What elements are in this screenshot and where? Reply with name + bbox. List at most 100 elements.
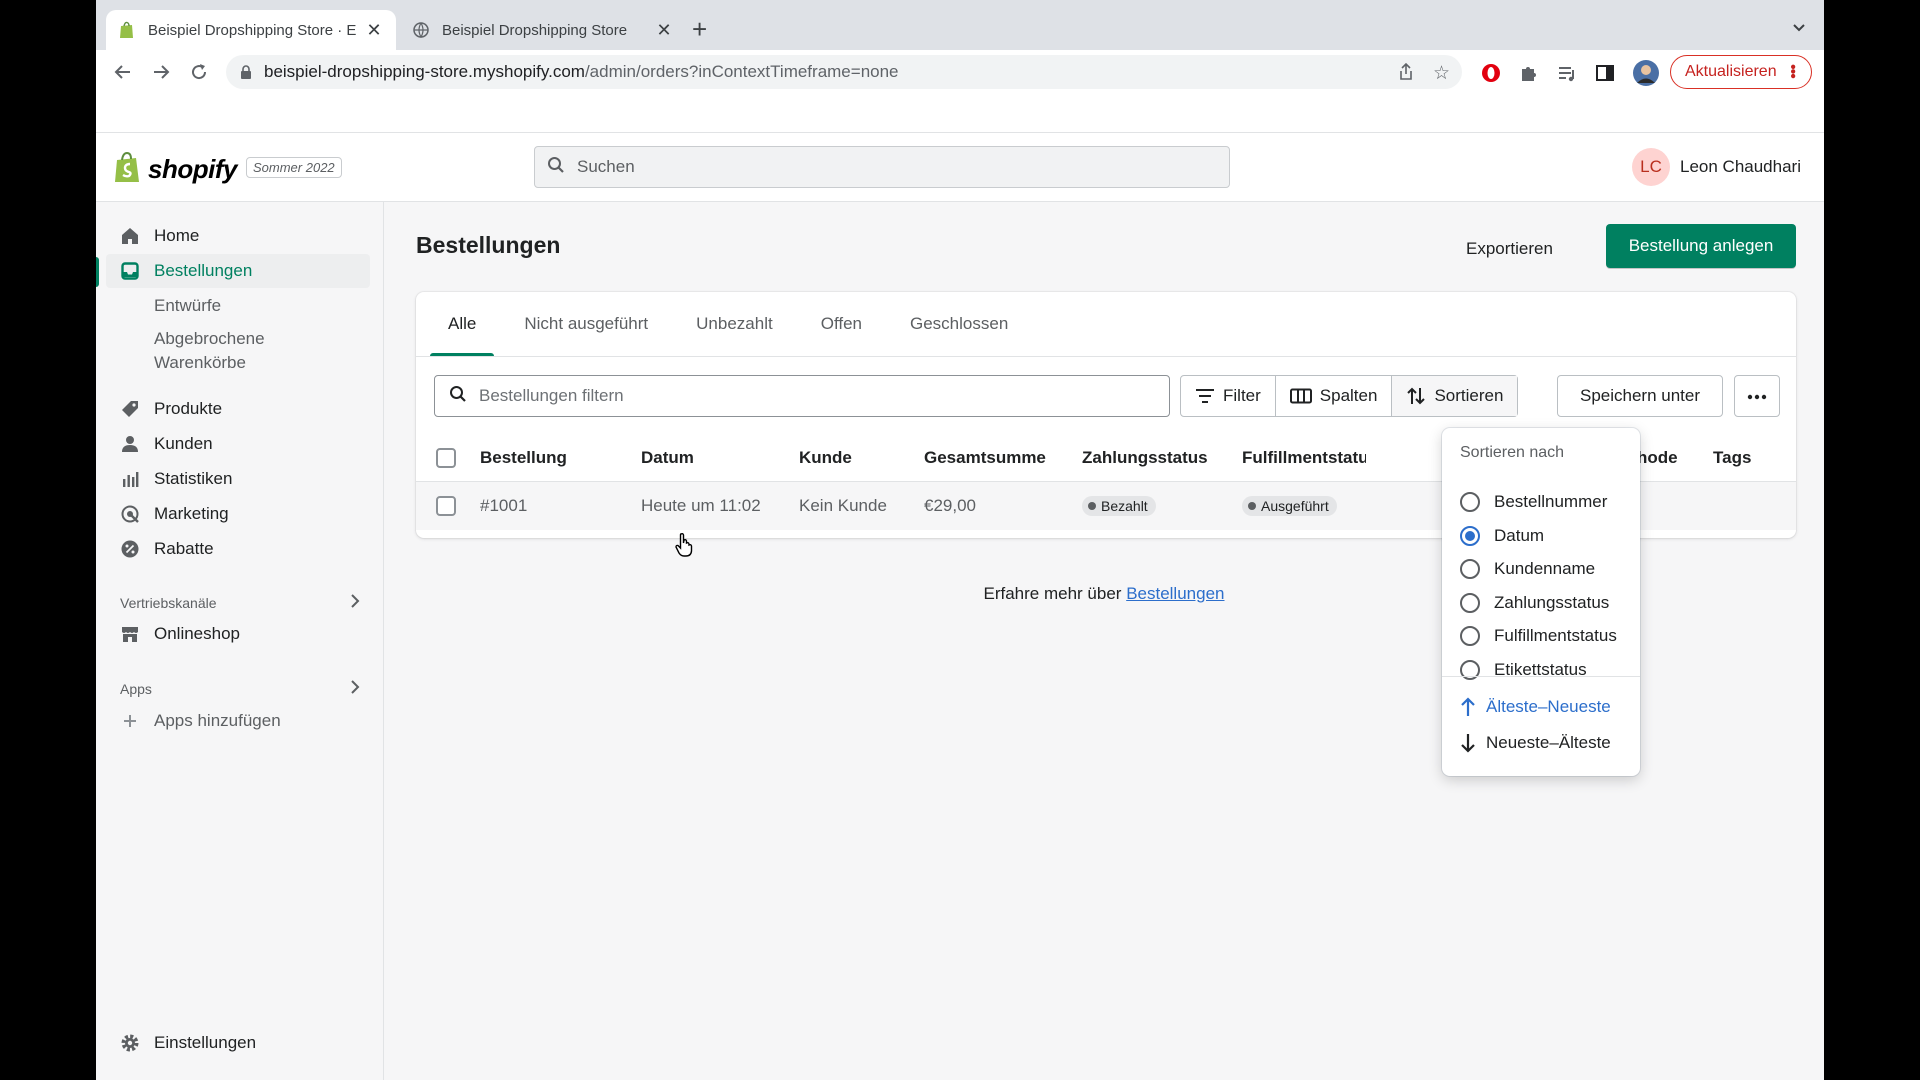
- column-header-customer[interactable]: Kunde: [799, 434, 852, 482]
- sidebar-item-label: Home: [154, 226, 200, 245]
- home-icon: [120, 226, 140, 246]
- discount-icon: [120, 539, 140, 559]
- sidebar-item-analytics[interactable]: Statistiken: [106, 462, 370, 496]
- sidebar-item-abandoned-checkouts[interactable]: Abgebrochene Warenkörbe: [106, 326, 370, 376]
- update-label: Aktualisieren: [1685, 63, 1777, 80]
- radio-button-checked[interactable]: [1460, 526, 1480, 546]
- column-header-tags[interactable]: Tags: [1713, 434, 1751, 482]
- orders-inbox-icon: [120, 261, 140, 281]
- sidebar-item-customers[interactable]: Kunden: [106, 427, 370, 461]
- sidebar-item-products[interactable]: Produkte: [106, 392, 370, 426]
- chevron-right-icon[interactable]: [350, 680, 360, 697]
- sidebar-item-drafts[interactable]: Entwürfe: [106, 289, 370, 323]
- badge-label: Ausgeführt: [1261, 498, 1329, 514]
- puzzle-extension-icon[interactable]: [1518, 62, 1540, 84]
- apps-section[interactable]: Apps: [120, 680, 360, 697]
- new-tab-icon[interactable]: +: [692, 16, 707, 42]
- sort-descending-option[interactable]: Neueste–Älteste: [1460, 728, 1611, 758]
- column-header-order[interactable]: Bestellung: [480, 434, 567, 482]
- search-icon: [449, 385, 467, 408]
- star-icon[interactable]: ☆: [1433, 62, 1450, 85]
- profile-avatar-icon[interactable]: [1632, 59, 1660, 87]
- columns-label: Spalten: [1319, 386, 1378, 405]
- columns-button[interactable]: Spalten: [1276, 376, 1393, 416]
- filter-placeholder: Bestellungen filtern: [479, 386, 624, 405]
- more-actions-button[interactable]: [1734, 375, 1780, 417]
- radio-button[interactable]: [1460, 626, 1480, 646]
- browser-tab-active[interactable]: Beispiel Dropshipping Store · E ✕: [106, 10, 396, 50]
- browser-tab[interactable]: Beispiel Dropshipping Store ✕: [400, 10, 686, 50]
- sort-option-payment-status[interactable]: Zahlungsstatus: [1460, 589, 1609, 617]
- sidebar-panel-icon[interactable]: [1594, 62, 1616, 84]
- radio-button[interactable]: [1460, 559, 1480, 579]
- column-header-fulfillment-status[interactable]: Fulfillmentstatus: [1242, 434, 1366, 482]
- sidebar-item-home[interactable]: Home: [106, 219, 370, 253]
- sort-button[interactable]: Sortieren: [1392, 376, 1518, 416]
- sort-option-date[interactable]: Datum: [1460, 522, 1544, 550]
- person-icon: [120, 434, 140, 454]
- sort-ascending-option[interactable]: Älteste–Neueste: [1460, 692, 1611, 722]
- order-number[interactable]: #1001: [480, 482, 527, 530]
- table-actions-group: Filter Spalten Sortieren: [1180, 375, 1519, 417]
- filter-button[interactable]: Filter: [1181, 376, 1276, 416]
- sidebar-item-discounts[interactable]: Rabatte: [106, 532, 370, 566]
- option-label: Kundenname: [1494, 559, 1596, 578]
- kebab-menu-icon[interactable]: •••: [1783, 64, 1801, 78]
- sidebar-item-add-apps[interactable]: Apps hinzufügen: [106, 704, 370, 738]
- tag-icon: [120, 399, 140, 419]
- filter-orders-input[interactable]: Bestellungen filtern: [434, 375, 1170, 417]
- badge-label: Bezahlt: [1101, 498, 1148, 514]
- sidebar-item-settings[interactable]: Einstellungen: [106, 1026, 370, 1060]
- address-bar[interactable]: beispiel-dropshipping-store.myshopify.co…: [226, 55, 1462, 89]
- tab-unfulfilled[interactable]: Nicht ausgeführt: [506, 292, 666, 356]
- sort-popover-title: Sortieren nach: [1460, 444, 1565, 461]
- shopify-logo[interactable]: shopify: [114, 151, 237, 188]
- chevron-down-icon[interactable]: [1792, 20, 1806, 34]
- select-all-checkbox[interactable]: [436, 448, 456, 468]
- option-label: Zahlungsstatus: [1494, 593, 1610, 612]
- export-button[interactable]: Exportieren: [1448, 228, 1571, 270]
- plus-icon: [120, 711, 140, 731]
- option-label: Datum: [1494, 526, 1545, 545]
- edition-badge[interactable]: Sommer 2022: [246, 157, 342, 178]
- url-host: beispiel-dropshipping-store.myshopify.co…: [264, 62, 585, 81]
- radio-button[interactable]: [1460, 593, 1480, 613]
- column-header-total[interactable]: Gesamtsumme: [924, 434, 1046, 482]
- sidebar-item-orders[interactable]: Bestellungen: [106, 254, 370, 288]
- sidebar-item-label: Produkte: [154, 399, 223, 418]
- tab-open[interactable]: Offen: [803, 292, 880, 356]
- column-header-payment-status[interactable]: Zahlungsstatus: [1082, 434, 1208, 482]
- sort-option-customer-name[interactable]: Kundenname: [1460, 555, 1595, 583]
- update-browser-button[interactable]: Aktualisieren •••: [1670, 55, 1812, 89]
- tab-unpaid[interactable]: Unbezahlt: [678, 292, 791, 356]
- reload-icon[interactable]: [186, 59, 212, 85]
- sales-channels-section[interactable]: Vertriebskanäle: [120, 594, 360, 611]
- search-input[interactable]: Suchen: [534, 146, 1230, 188]
- order-total: €29,00: [924, 496, 976, 515]
- sort-option-fulfillment-status[interactable]: Fulfillmentstatus: [1460, 622, 1617, 650]
- share-icon[interactable]: [1398, 62, 1414, 86]
- sort-option-order-number[interactable]: Bestellnummer: [1460, 488, 1607, 516]
- close-icon[interactable]: ✕: [654, 20, 674, 41]
- create-order-button[interactable]: Bestellung anlegen: [1606, 224, 1796, 268]
- sidebar-item-label: Apps hinzufügen: [154, 711, 281, 730]
- sort-option-label-status[interactable]: Etikettstatus: [1460, 656, 1587, 684]
- save-as-button[interactable]: Speichern unter: [1557, 375, 1723, 417]
- media-list-icon[interactable]: [1556, 62, 1578, 84]
- radio-button[interactable]: [1460, 492, 1480, 512]
- sidebar-item-online-store[interactable]: Onlineshop: [106, 617, 370, 651]
- back-icon[interactable]: [110, 59, 136, 85]
- sidebar-item-marketing[interactable]: Marketing: [106, 497, 370, 531]
- tab-all[interactable]: Alle: [430, 292, 495, 356]
- chevron-right-icon[interactable]: [350, 594, 360, 611]
- forward-icon[interactable]: [148, 59, 174, 85]
- user-menu[interactable]: LC Leon Chaudhari: [1632, 148, 1801, 186]
- row-checkbox[interactable]: [436, 496, 456, 516]
- tab-closed[interactable]: Geschlossen: [892, 292, 1026, 356]
- opera-extension-icon[interactable]: [1480, 62, 1502, 84]
- learn-more-link[interactable]: Bestellungen: [1126, 584, 1224, 603]
- close-icon[interactable]: ✕: [364, 20, 384, 41]
- radio-button[interactable]: [1460, 660, 1480, 680]
- column-header-date[interactable]: Datum: [641, 434, 694, 482]
- browser-toolbar: beispiel-dropshipping-store.myshopify.co…: [96, 50, 1824, 94]
